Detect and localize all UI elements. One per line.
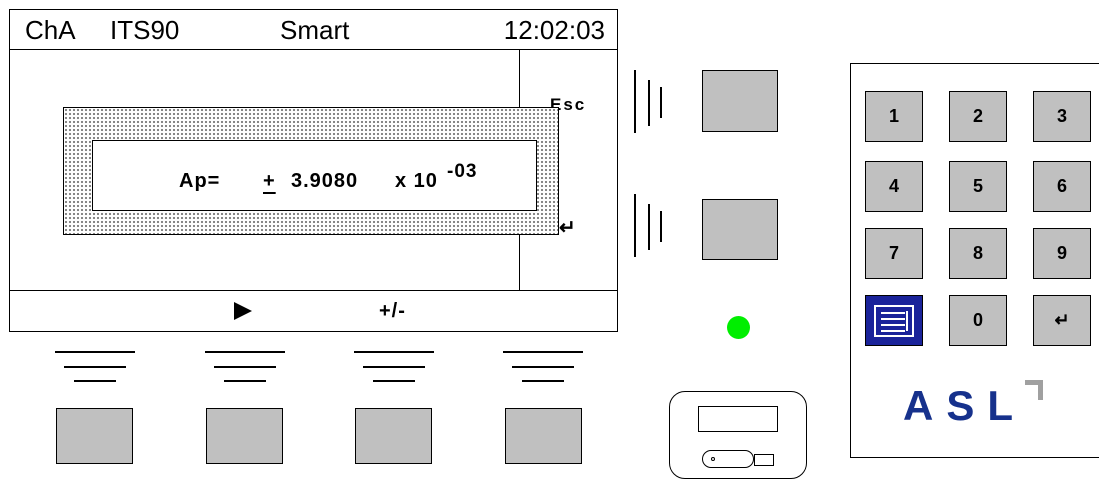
softkey-4[interactable] [505,408,582,464]
mantissa-value: 3.9080 [291,170,359,192]
softkey-2[interactable] [206,408,283,464]
coefficient-label: Ap= [179,170,221,192]
temperature-scale: ITS90 [110,15,180,45]
softkey-3[interactable] [355,408,432,464]
enter-side-key[interactable] [702,199,778,260]
status-bar: ChA ITS90 Smart 12:02:03 [10,10,617,50]
key-6[interactable]: 6 [1033,161,1091,212]
softkey-label-bar [10,290,617,331]
softkey-1[interactable] [56,408,133,464]
key-5[interactable]: 5 [949,161,1007,212]
coefficient-dialog: Ap= + 3.9080 x 10 -03 [63,107,559,235]
key-7[interactable]: 7 [865,228,923,279]
sign-value: + [263,170,276,192]
usb-stick-icon [702,450,754,468]
key-0[interactable]: 0 [949,295,1007,346]
key-4[interactable]: 4 [865,161,923,212]
times-ten-label: x 10 [395,170,438,192]
mode-indicator: Smart [280,15,350,45]
key-1[interactable]: 1 [865,91,923,142]
enter-label: ↵ [559,217,576,239]
key-3[interactable]: 3 [1033,91,1091,142]
asl-logo: ASL [903,382,1026,429]
numeric-keypad: 1 2 3 4 5 6 7 8 9 0 ↵ ASL [850,63,1099,458]
coefficient-entry-box[interactable]: Ap= + 3.9080 x 10 -03 [92,140,537,211]
usb-port [669,391,807,479]
menu-key[interactable] [865,295,923,346]
key-2[interactable]: 2 [949,91,1007,142]
lcd-display: ChA ITS90 Smart 12:02:03 Esc ↵ +/- Ap= +… [9,9,618,332]
status-led [727,316,750,339]
play-arrow-icon [234,302,252,320]
key-9[interactable]: 9 [1033,228,1091,279]
sign-toggle-label: +/- [379,300,406,322]
keypad-enter-key[interactable]: ↵ [1033,295,1091,346]
logo-corner-mark [1025,380,1043,400]
menu-icon [874,304,914,337]
exponent-value: -03 [447,161,478,182]
usb-slot [698,406,778,432]
key-8[interactable]: 8 [949,228,1007,279]
clock: 12:02:03 [503,15,605,45]
usb-stick-hole [711,457,715,461]
channel-indicator: ChA [25,15,76,45]
esc-key[interactable] [702,70,778,132]
usb-plug-icon [754,454,774,466]
